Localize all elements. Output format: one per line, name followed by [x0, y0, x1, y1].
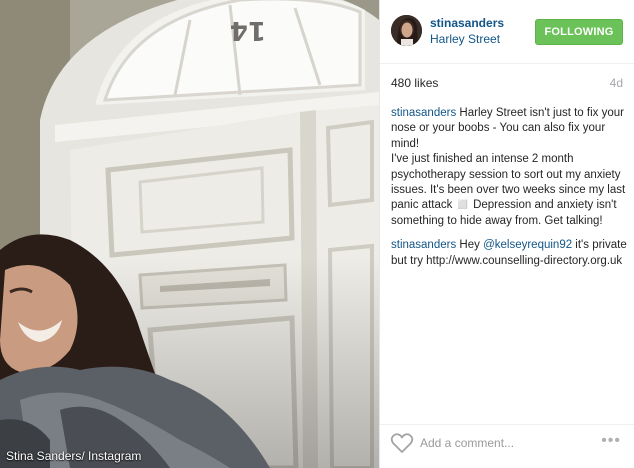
avatar[interactable] [391, 15, 422, 46]
comment-bar: ••• [380, 424, 634, 468]
likes-count[interactable]: 480 likes [391, 76, 438, 90]
post-header: stinasanders Harley Street FOLLOWING [380, 0, 634, 64]
comment-text: I've just finished an intense 2 month ps… [391, 153, 626, 227]
post-sidebar: stinasanders Harley Street FOLLOWING 480… [379, 0, 634, 468]
more-options-icon[interactable]: ••• [601, 432, 621, 450]
location-link[interactable]: Harley Street [430, 32, 500, 46]
reply-comment: stinasanders Hey @kelseyrequin92 it's pr… [391, 238, 627, 269]
comment-list: stinasanders Harley Street isn't just to… [391, 106, 627, 278]
post-photo[interactable]: 14 [0, 0, 379, 468]
username-link[interactable]: stinasanders [430, 16, 504, 30]
photo-credit: Stina Sanders/ Instagram [6, 449, 142, 463]
post-age[interactable]: 4d [610, 76, 623, 90]
mention-link[interactable]: @kelseyrequin92 [483, 239, 572, 251]
heart-icon[interactable] [390, 432, 414, 454]
comment-author-link[interactable]: stinasanders [391, 107, 456, 119]
comment-text: Hey [459, 239, 484, 252]
caption-comment: stinasanders Harley Street isn't just to… [391, 106, 627, 229]
photo-illustration: 14 [0, 0, 379, 468]
following-button[interactable]: FOLLOWING [535, 19, 623, 45]
post-stats: 480 likes 4d [380, 64, 634, 100]
add-comment-input[interactable] [420, 434, 590, 452]
comment-author-link[interactable]: stinasanders [391, 239, 456, 251]
